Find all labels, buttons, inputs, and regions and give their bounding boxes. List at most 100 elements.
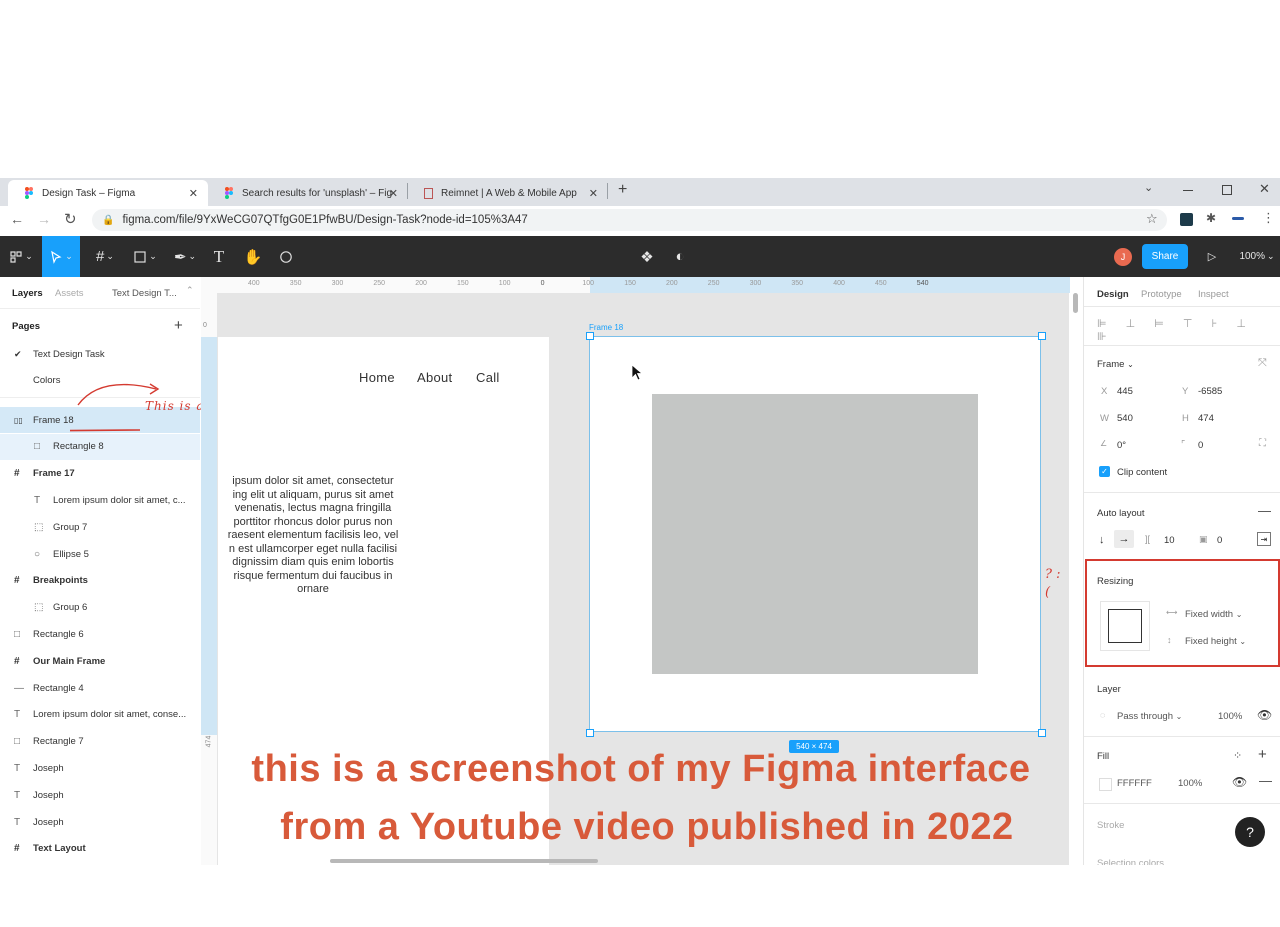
fixed-width-dropdown[interactable]: Fixed width ⌄ — [1185, 609, 1242, 620]
lock-icon: 🔒 — [102, 214, 115, 226]
padding-icon: ▣ — [1199, 534, 1208, 544]
layer-item[interactable]: □ Rectangle 6 — [0, 621, 200, 647]
spacing-icon: ][ — [1145, 534, 1151, 544]
url-bar[interactable]: 🔒 figma.com/file/9YxWeCG07QTfgG0E1PfwBU/… — [92, 209, 1167, 231]
ruler-tick: 300 — [749, 280, 762, 287]
layer-item[interactable]: ○ Ellipse 5 — [0, 541, 200, 567]
bookmark-star-icon[interactable]: ☆ — [1146, 211, 1158, 227]
layer-item[interactable]: T Lorem ipsum dolor sit amet, c... — [0, 487, 200, 513]
extension-icon[interactable] — [1180, 213, 1193, 226]
tab-layers[interactable]: Layers — [12, 288, 43, 299]
resize-handle[interactable] — [586, 729, 594, 737]
width-input[interactable]: 540 — [1117, 413, 1133, 424]
comment-tool-icon[interactable] — [273, 236, 299, 277]
direction-horizontal-icon[interactable]: → — [1114, 530, 1134, 548]
layer-item[interactable]: ⬚ Group 7 — [0, 514, 200, 540]
layer-opacity-input[interactable]: 100% — [1218, 711, 1242, 722]
frame-section-label[interactable]: Frame ⌄ — [1097, 359, 1134, 370]
height-input[interactable]: 474 — [1198, 413, 1214, 424]
layer-item[interactable]: # Our Main Frame — [0, 648, 200, 674]
x-input[interactable]: 445 — [1117, 386, 1133, 397]
media-icon[interactable] — [1232, 217, 1244, 220]
resize-handle[interactable] — [1038, 729, 1046, 737]
close-window-icon[interactable]: ✕ — [1259, 181, 1270, 197]
browser-tab-search[interactable]: Search results for 'unsplash' – Fig ✕ — [208, 180, 408, 206]
alignment-settings-icon[interactable]: ⇥ — [1257, 532, 1271, 546]
eye-icon[interactable]: 👁 — [1257, 708, 1272, 722]
puzzle-icon[interactable]: ✱ — [1206, 211, 1216, 225]
maximize-icon[interactable] — [1222, 185, 1232, 195]
page-selector[interactable]: Text Design T... — [112, 288, 177, 299]
remove-auto-layout-icon[interactable]: — — [1258, 503, 1271, 518]
zoom-dropdown[interactable]: 100% ⌄ — [1234, 236, 1280, 277]
tab-prototype[interactable]: Prototype — [1141, 289, 1182, 300]
horizontal-scrollbar[interactable] — [330, 859, 598, 863]
text-tool-icon[interactable]: T — [206, 236, 232, 277]
close-icon[interactable]: ✕ — [589, 187, 598, 200]
layer-item[interactable]: # Frame 17 — [0, 461, 200, 487]
fixed-height-dropdown[interactable]: Fixed height ⌄ — [1185, 636, 1246, 647]
clip-content-checkbox[interactable]: ✓ — [1099, 466, 1110, 477]
rectangle-8[interactable] — [652, 394, 978, 674]
direction-vertical-icon[interactable]: ↓ — [1099, 534, 1105, 546]
frame-tool-icon[interactable]: # ⌄ — [88, 236, 122, 277]
present-play-icon[interactable]: ▷ — [1200, 236, 1224, 277]
resize-handle[interactable] — [586, 332, 594, 340]
forward-icon[interactable]: → — [37, 211, 51, 227]
nav-link-call: Call — [476, 370, 500, 385]
tab-inspect[interactable]: Inspect — [1198, 289, 1229, 300]
tab-assets[interactable]: Assets — [55, 288, 84, 299]
independent-corners-icon[interactable]: ⛶ — [1259, 438, 1266, 449]
text-icon: T — [14, 709, 21, 721]
ruler-tick: 0 — [540, 280, 545, 287]
radius-input[interactable]: 0 — [1198, 440, 1203, 451]
layer-item[interactable]: # Breakpoints — [0, 568, 200, 594]
resize-handle[interactable] — [1038, 332, 1046, 340]
padding-input[interactable]: 0 — [1217, 535, 1222, 546]
resize-to-fit-icon[interactable]: ⤧ — [1258, 357, 1267, 370]
browser-tab-reimnet[interactable]: Reimnet | A Web & Mobile App ✕ — [408, 180, 608, 206]
chevron-up-icon[interactable]: ⌃ — [186, 285, 194, 296]
browser-tab-title: Search results for 'unsplash' – Fig — [242, 187, 392, 199]
layer-item[interactable]: T Lorem ipsum dolor sit amet, conse... — [0, 702, 200, 728]
contrast-icon[interactable]: ◐ — [667, 236, 693, 277]
close-icon[interactable]: ✕ — [189, 187, 198, 200]
spacing-input[interactable]: 10 — [1164, 535, 1175, 546]
avatar[interactable]: J — [1114, 248, 1132, 266]
vertical-scrollbar[interactable] — [1073, 293, 1078, 313]
browser-tab-figma[interactable]: Design Task – Figma ✕ — [8, 180, 208, 206]
frame-18-label[interactable]: Frame 18 — [589, 323, 623, 332]
pages-heading: Pages — [12, 321, 40, 332]
minimize-icon[interactable] — [1183, 190, 1193, 191]
reload-icon[interactable]: ↻ — [64, 210, 77, 228]
layer-label: Our Main Frame — [33, 655, 106, 667]
hand-tool-icon[interactable]: ✋ — [240, 236, 266, 277]
paragraph-line: porttitor rhoncus dolor purus non — [233, 515, 393, 528]
new-tab-icon[interactable]: + — [618, 181, 627, 199]
pen-tool-icon[interactable]: ✒ ⌄ — [168, 236, 202, 277]
back-icon[interactable]: ← — [10, 211, 24, 227]
more-menu-icon[interactable]: ⋮ — [1262, 210, 1275, 226]
component-icon[interactable]: ❖ — [634, 236, 660, 277]
tab-design[interactable]: Design — [1097, 289, 1129, 300]
rotation-input[interactable]: 0° — [1117, 440, 1126, 451]
layer-item[interactable]: — Rectangle 4 — [0, 675, 200, 701]
page-item-text-design-task[interactable]: ✔ Text Design Task — [0, 341, 200, 367]
move-tool-icon[interactable]: ⌄ — [42, 236, 80, 277]
main-menu-icon[interactable]: ⌄ — [6, 236, 36, 277]
layer-label: Lorem ipsum dolor sit amet, conse... — [33, 709, 187, 721]
chevron-down-icon[interactable]: ⌄ — [1144, 181, 1153, 194]
rectangle-icon: □ — [34, 441, 41, 453]
share-button[interactable]: Share — [1142, 244, 1188, 269]
page-label: Text Design Task — [33, 348, 105, 360]
layer-item[interactable]: ⬚ Group 6 — [0, 595, 200, 621]
auto-layout-icon: ▯▯ — [14, 415, 23, 425]
y-input[interactable]: -6585 — [1198, 386, 1222, 397]
blend-mode-dropdown[interactable]: Pass through ⌄ — [1117, 711, 1182, 722]
add-page-icon[interactable]: + — [174, 317, 183, 334]
layer-label: Breakpoints — [33, 575, 88, 587]
shape-tool-icon[interactable]: ⌄ — [128, 236, 162, 277]
ruler-tick: 350 — [791, 280, 804, 287]
align-icons[interactable]: ⊫ ⊥ ⊨ ⊤ ⊦ ⊥ ⊪ — [1097, 317, 1280, 343]
close-icon[interactable]: ✕ — [389, 187, 398, 200]
